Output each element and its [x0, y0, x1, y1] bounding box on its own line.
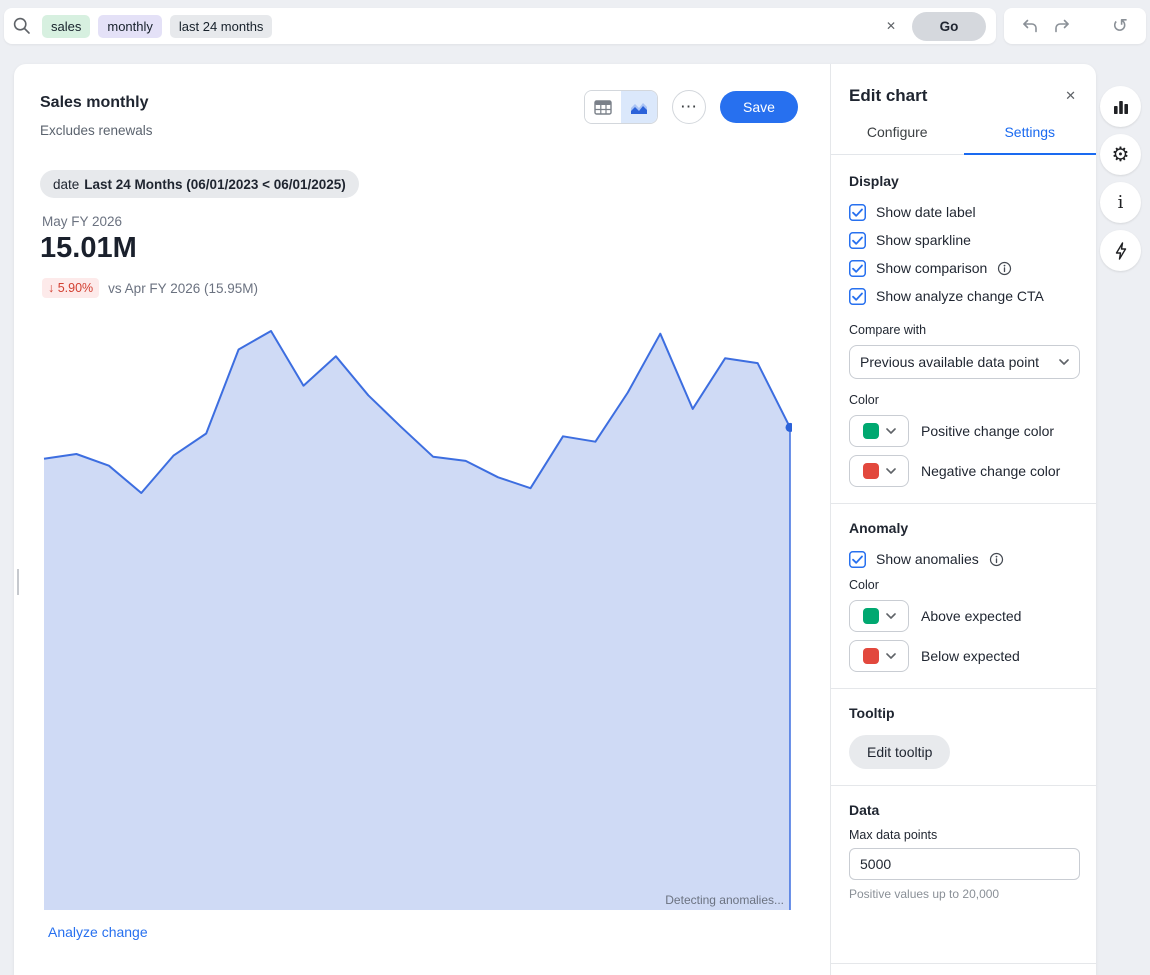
tooltip-heading: Tooltip [849, 705, 1080, 721]
analyze-change-link[interactable]: Analyze change [48, 924, 148, 940]
date-filter-chip[interactable]: date Last 24 Months (06/01/2023 < 06/01/… [40, 170, 359, 198]
kpi-change-badge: ↓ 5.90% [42, 278, 99, 298]
chart-toolbar: ⋯ Save [584, 90, 798, 124]
table-view-icon[interactable] [585, 91, 621, 123]
search-token-monthly[interactable]: monthly [98, 15, 162, 38]
display-heading: Display [849, 173, 1080, 189]
red-swatch [863, 648, 879, 664]
chevron-down-icon [1059, 359, 1069, 365]
checkbox-checked-icon [849, 260, 866, 277]
below-expected-label: Below expected [921, 648, 1020, 664]
kpi-value: 15.01M [40, 232, 137, 265]
kpi-change-row: ↓ 5.90% vs Apr FY 2026 (15.95M) [42, 278, 258, 298]
search-icon [12, 16, 32, 36]
negative-color-row: Negative change color [849, 455, 1080, 487]
negative-color-label: Negative change color [921, 463, 1060, 479]
above-expected-label: Above expected [921, 608, 1021, 624]
chart-options-button[interactable] [1100, 86, 1141, 127]
checkbox-show-analyze-change-cta[interactable]: Show analyze change CTA [849, 287, 1080, 305]
info-icon[interactable] [997, 261, 1012, 276]
tab-settings[interactable]: Settings [964, 124, 1097, 155]
green-swatch [863, 423, 879, 439]
go-button[interactable]: Go [912, 12, 986, 41]
checkbox-show-comparison[interactable]: Show comparison [849, 259, 1080, 277]
checkbox-checked-icon [849, 288, 866, 305]
below-expected-row: Below expected [849, 640, 1080, 672]
area-chart-view-icon[interactable] [621, 91, 657, 123]
negative-color-dropdown[interactable] [849, 455, 909, 487]
above-expected-dropdown[interactable] [849, 600, 909, 632]
more-options-icon[interactable]: ⋯ [672, 90, 706, 124]
kpi-comparison-text: vs Apr FY 2026 (15.95M) [108, 281, 258, 296]
close-icon[interactable]: ✕ [1065, 88, 1076, 104]
chart-title: Sales monthly [40, 94, 153, 112]
history-bar: ↺ [1004, 8, 1146, 44]
checkbox-checked-icon [849, 232, 866, 249]
info-icon[interactable] [989, 552, 1004, 567]
chip-value: Last 24 Months (06/01/2023 < 06/01/2025) [84, 177, 346, 192]
chart-section: Sales monthly Excludes renewals ⋯ Save d… [14, 64, 830, 975]
data-heading: Data [849, 802, 1080, 818]
lightning-bolt-icon [1112, 241, 1130, 261]
checkbox-show-sparkline[interactable]: Show sparkline [849, 231, 1080, 249]
bar-chart-icon [1111, 97, 1131, 117]
display-color-label: Color [849, 393, 1080, 407]
red-swatch [863, 463, 879, 479]
section-divider [831, 503, 1096, 504]
insights-button[interactable] [1100, 230, 1141, 271]
anomaly-heading: Anomaly [849, 520, 1080, 536]
sparkline-svg [42, 325, 792, 910]
checkbox-checked-icon [849, 204, 866, 221]
section-divider [831, 688, 1096, 689]
chip-prefix: date [53, 177, 79, 192]
right-icon-rail: ⚙ i [1100, 86, 1141, 278]
info-button[interactable]: i [1100, 182, 1141, 223]
anomaly-color-label: Color [849, 578, 1080, 592]
search-bar[interactable]: sales monthly last 24 months ✕ Go [4, 8, 996, 44]
positive-color-label: Positive change color [921, 423, 1054, 439]
settings-button[interactable]: ⚙ [1100, 134, 1141, 175]
checkbox-show-anomalies[interactable]: Show anomalies [849, 550, 1080, 568]
below-expected-dropdown[interactable] [849, 640, 909, 672]
compare-with-label: Compare with [849, 323, 1080, 337]
above-expected-row: Above expected [849, 600, 1080, 632]
checkbox-checked-icon [849, 551, 866, 568]
section-divider [831, 785, 1096, 786]
panel-bottom-divider [831, 963, 1096, 964]
max-data-points-label: Max data points [849, 828, 1080, 842]
undo-icon[interactable] [1018, 14, 1042, 38]
anomaly-status-text: Detecting anomalies... [665, 893, 784, 907]
chart-subtitle: Excludes renewals [40, 123, 153, 138]
chevron-down-icon [886, 613, 896, 619]
compare-with-select[interactable]: Previous available data point [849, 345, 1080, 379]
gear-icon: ⚙ [1112, 145, 1130, 165]
answer-card: Sales monthly Excludes renewals ⋯ Save d… [14, 64, 1096, 975]
clear-search-icon[interactable]: ✕ [886, 19, 896, 33]
reset-icon[interactable]: ↺ [1108, 14, 1132, 38]
info-icon: i [1118, 194, 1124, 212]
green-swatch [863, 608, 879, 624]
max-data-points-input[interactable] [849, 848, 1080, 880]
save-button[interactable]: Save [720, 91, 798, 123]
positive-color-dropdown[interactable] [849, 415, 909, 447]
checkbox-show-date-label[interactable]: Show date label [849, 203, 1080, 221]
tab-configure[interactable]: Configure [831, 124, 964, 155]
redo-icon[interactable] [1050, 14, 1074, 38]
chevron-down-icon [886, 653, 896, 659]
edit-panel-title: Edit chart [849, 86, 927, 106]
positive-color-row: Positive change color [849, 415, 1080, 447]
view-switcher [584, 90, 658, 124]
edit-chart-panel: Edit chart ✕ Configure Settings Display … [830, 64, 1096, 975]
search-token-last-24-months[interactable]: last 24 months [170, 15, 273, 38]
search-token-sales[interactable]: sales [42, 15, 90, 38]
edit-tooltip-button[interactable]: Edit tooltip [849, 735, 950, 769]
chevron-down-icon [886, 428, 896, 434]
max-data-points-helper: Positive values up to 20,000 [849, 887, 1080, 901]
chevron-down-icon [886, 468, 896, 474]
kpi-period-label: May FY 2026 [42, 214, 122, 229]
edit-panel-tabs: Configure Settings [831, 124, 1096, 155]
sparkline-chart[interactable]: Detecting anomalies... [42, 325, 792, 910]
